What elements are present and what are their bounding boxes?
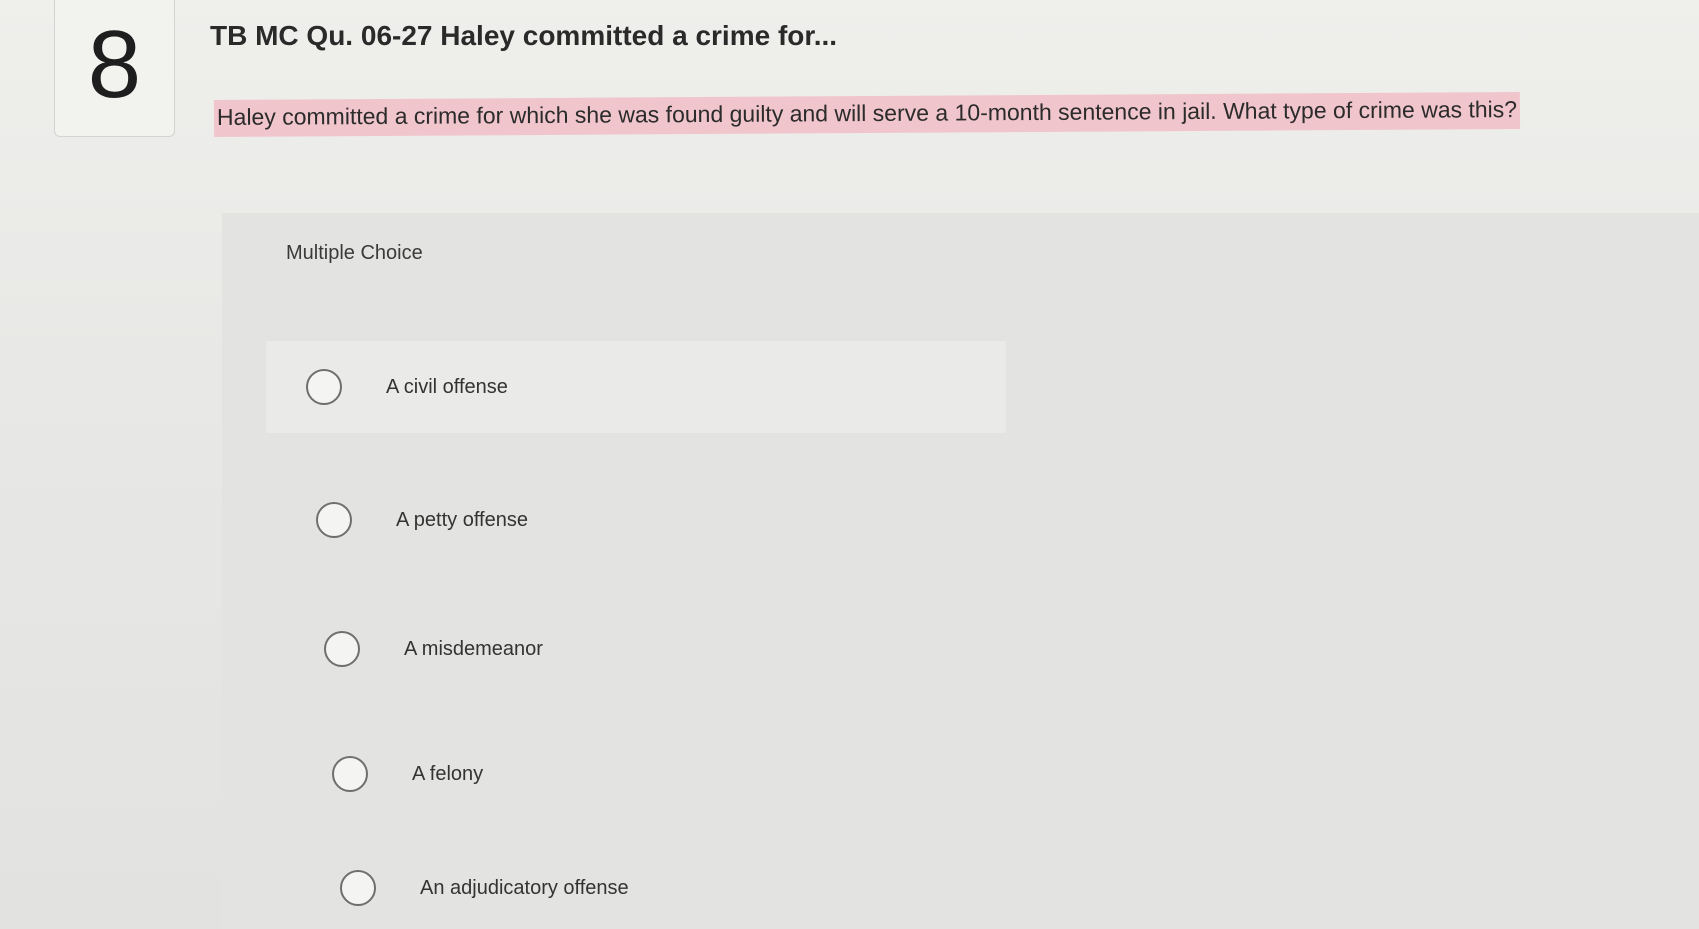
question-text-highlighted: Haley committed a crime for which she wa… [213,92,1521,137]
quiz-page: 8 TB MC Qu. 06-27 Haley committed a crim… [0,0,1699,929]
answer-panel [222,213,1699,929]
answer-option-label: An adjudicatory offense [420,876,629,899]
question-number: 8 [87,11,142,118]
question-title: TB MC Qu. 06-27 Haley committed a crime … [210,20,838,51]
radio-button[interactable] [316,502,352,538]
radio-button[interactable] [332,756,368,792]
question-type-label: Multiple Choice [286,242,423,264]
answer-option-petty-offense[interactable]: A petty offense [274,474,1016,566]
radio-button[interactable] [324,631,360,667]
question-number-box: 8 [54,0,175,137]
answer-option-label: A felony [412,762,484,785]
answer-option-label: A civil offense [386,375,508,398]
answer-option-label: A misdemeanor [404,637,543,660]
radio-button[interactable] [340,870,376,906]
answer-option-felony[interactable]: A felony [290,728,1032,820]
answer-option-civil-offense[interactable]: A civil offense [266,341,1006,433]
answer-option-misdemeanor[interactable]: A misdemeanor [282,603,1024,695]
radio-button[interactable] [306,369,342,405]
answer-option-adjudicatory-offense[interactable]: An adjudicatory offense [298,852,1040,924]
answer-option-label: A petty offense [396,508,528,531]
